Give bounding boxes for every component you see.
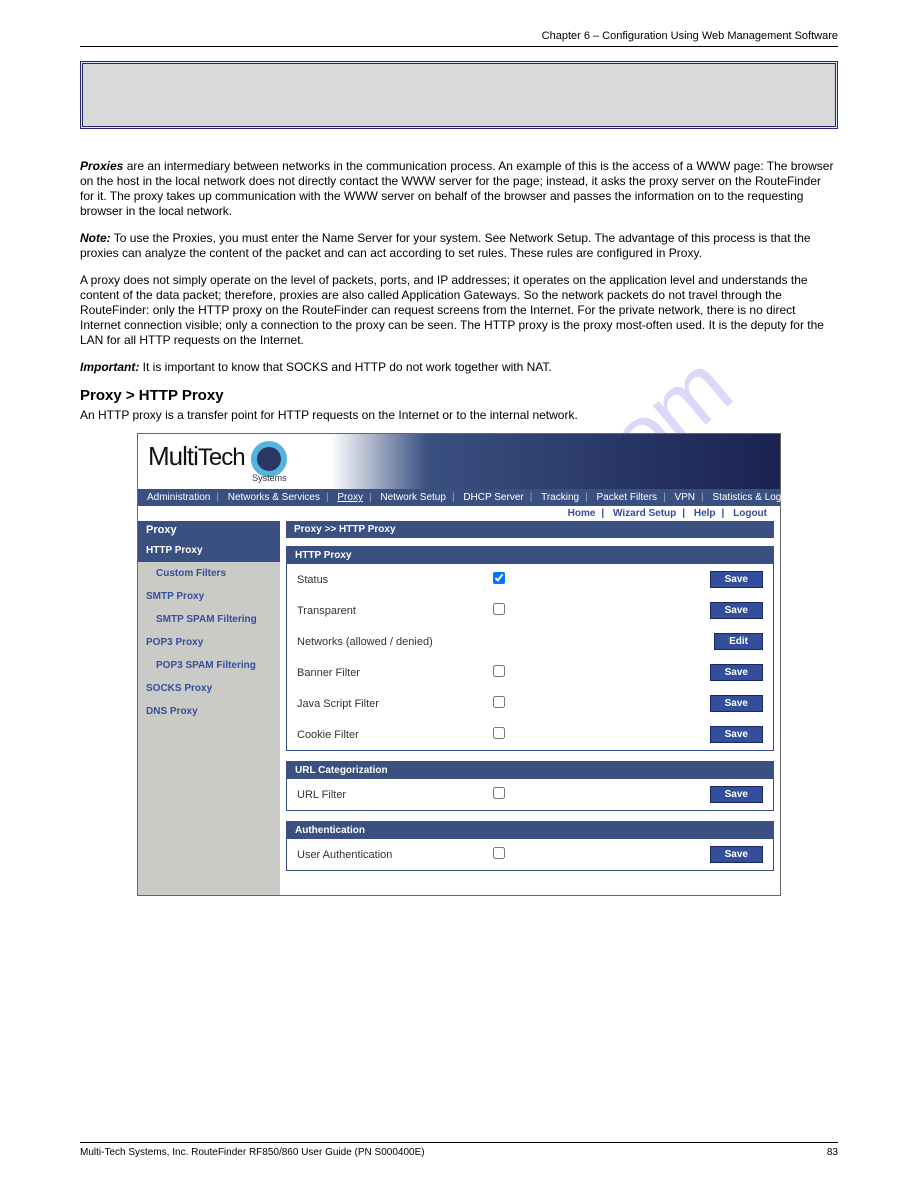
label-cookie-filter: Cookie Filter — [297, 729, 493, 741]
panel-http-proxy-heading: HTTP Proxy — [287, 547, 773, 564]
intro-heading: Proxies — [80, 159, 123, 173]
paragraph-1: A proxy does not simply operate on the l… — [80, 273, 838, 348]
brand-part2: Tech — [198, 444, 245, 471]
checkbox-cookie-filter[interactable] — [493, 727, 505, 739]
brand-part1: Multi — [148, 441, 198, 471]
menu-proxy[interactable]: Proxy — [334, 492, 366, 503]
note-label-1: Note: — [80, 231, 111, 245]
page: Chapter 6 – Configuration Using Web Mana… — [0, 0, 918, 1188]
panel-auth-heading: Authentication — [287, 822, 773, 839]
row-user-auth: User Authentication Save — [287, 839, 773, 870]
footer-left: Multi-Tech Systems, Inc. RouteFinder RF8… — [80, 1147, 425, 1158]
brand-logo: MultiTech — [148, 441, 287, 471]
row-banner-filter: Banner Filter Save — [287, 657, 773, 688]
sidebar-item-smtp-proxy[interactable]: SMTP Proxy — [138, 585, 280, 608]
save-button-banner[interactable]: Save — [710, 664, 763, 681]
checkbox-banner-filter[interactable] — [493, 665, 505, 677]
save-button-user-auth[interactable]: Save — [710, 846, 763, 863]
main-content: Proxy >> HTTP Proxy HTTP Proxy Status Sa… — [280, 521, 780, 895]
sidebar: Proxy HTTP Proxy Custom Filters SMTP Pro… — [138, 521, 280, 895]
label-user-auth: User Authentication — [297, 849, 493, 861]
row-url-filter: URL Filter Save — [287, 779, 773, 810]
label-status: Status — [297, 574, 493, 586]
menu-network-setup[interactable]: Network Setup — [377, 492, 449, 503]
label-javascript-filter: Java Script Filter — [297, 698, 493, 710]
menu-administration[interactable]: Administration — [144, 492, 213, 503]
sidebar-item-custom-filters[interactable]: Custom Filters — [138, 562, 280, 585]
checkbox-javascript-filter[interactable] — [493, 696, 505, 708]
menu-vpn[interactable]: VPN — [671, 492, 698, 503]
row-networks: Networks (allowed / denied) Edit — [287, 626, 773, 657]
submenu-help[interactable]: Help — [691, 508, 719, 519]
save-button-cookie[interactable]: Save — [710, 726, 763, 743]
intro-text: are an intermediary between networks in … — [80, 159, 833, 218]
row-status: Status Save — [287, 564, 773, 595]
menu-tracking[interactable]: Tracking — [538, 492, 582, 503]
menu-dhcp-server[interactable]: DHCP Server — [460, 492, 526, 503]
screenshot-body: Proxy HTTP Proxy Custom Filters SMTP Pro… — [138, 521, 780, 895]
checkbox-status[interactable] — [493, 572, 505, 584]
save-button-javascript[interactable]: Save — [710, 695, 763, 712]
main-menu: Administration| Networks & Services| Pro… — [138, 489, 780, 506]
label-url-filter: URL Filter — [297, 789, 493, 801]
label-networks: Networks (allowed / denied) — [297, 636, 493, 648]
note-block-2: Important: It is important to know that … — [80, 360, 838, 375]
sidebar-item-smtp-spam[interactable]: SMTP SPAM Filtering — [138, 608, 280, 631]
panel-url-categorization: URL Categorization URL Filter Save — [286, 761, 774, 811]
sidebar-item-dns-proxy[interactable]: DNS Proxy — [138, 700, 280, 723]
panel-authentication: Authentication User Authentication Save — [286, 821, 774, 871]
note-text-1: To use the Proxies, you must enter the N… — [80, 231, 811, 260]
label-banner-filter: Banner Filter — [297, 667, 493, 679]
save-button-status[interactable]: Save — [710, 571, 763, 588]
brand-systems: Systems — [148, 473, 287, 483]
menu-networks-services[interactable]: Networks & Services — [225, 492, 323, 503]
save-button-transparent[interactable]: Save — [710, 602, 763, 619]
panel-url-heading: URL Categorization — [287, 762, 773, 779]
row-transparent: Transparent Save — [287, 595, 773, 626]
footer-page-number: 83 — [827, 1147, 838, 1158]
band-title: Proxy — [99, 72, 155, 97]
checkbox-user-auth[interactable] — [493, 847, 505, 859]
sub-section-title: Proxy > HTTP Proxy — [80, 387, 838, 404]
sub-menu: Home| Wizard Setup| Help| Logout — [138, 506, 780, 521]
row-cookie-filter: Cookie Filter Save — [287, 719, 773, 750]
submenu-wizard-setup[interactable]: Wizard Setup — [610, 508, 679, 519]
edit-button-networks[interactable]: Edit — [714, 633, 763, 650]
section-band: Proxy — [80, 61, 838, 129]
sidebar-item-http-proxy[interactable]: HTTP Proxy — [138, 539, 280, 562]
note-block-1: Note: To use the Proxies, you must enter… — [80, 231, 838, 261]
menu-packet-filters[interactable]: Packet Filters — [593, 492, 660, 503]
save-button-url-filter[interactable]: Save — [710, 786, 763, 803]
logo-circle-icon — [251, 441, 287, 477]
sidebar-item-pop3-spam[interactable]: POP3 SPAM Filtering — [138, 654, 280, 677]
screenshot: MultiTech Systems Administration| Networ… — [137, 433, 781, 896]
note-label-2: Important: — [80, 360, 139, 374]
page-footer: Multi-Tech Systems, Inc. RouteFinder RF8… — [80, 1142, 838, 1158]
sidebar-item-pop3-proxy[interactable]: POP3 Proxy — [138, 631, 280, 654]
breadcrumb: Proxy >> HTTP Proxy — [286, 521, 774, 538]
header-rule — [80, 46, 838, 47]
submenu-logout[interactable]: Logout — [730, 508, 770, 519]
sidebar-heading: Proxy — [138, 521, 280, 539]
checkbox-transparent[interactable] — [493, 603, 505, 615]
submenu-home[interactable]: Home — [565, 508, 599, 519]
header-right: Chapter 6 – Configuration Using Web Mana… — [80, 30, 838, 42]
label-transparent: Transparent — [297, 605, 493, 617]
sidebar-item-socks-proxy[interactable]: SOCKS Proxy — [138, 677, 280, 700]
checkbox-url-filter[interactable] — [493, 787, 505, 799]
intro-paragraph: Proxies are an intermediary between netw… — [80, 159, 838, 219]
sub-section-text: An HTTP proxy is a transfer point for HT… — [80, 408, 838, 423]
screenshot-banner: MultiTech Systems — [138, 434, 780, 489]
panel-http-proxy: HTTP Proxy Status Save Transparent Save … — [286, 546, 774, 751]
note-text-2: It is important to know that SOCKS and H… — [139, 360, 551, 374]
row-javascript-filter: Java Script Filter Save — [287, 688, 773, 719]
footer-rule — [80, 1142, 838, 1143]
menu-statistics-logs[interactable]: Statistics & Logs — [709, 492, 789, 503]
